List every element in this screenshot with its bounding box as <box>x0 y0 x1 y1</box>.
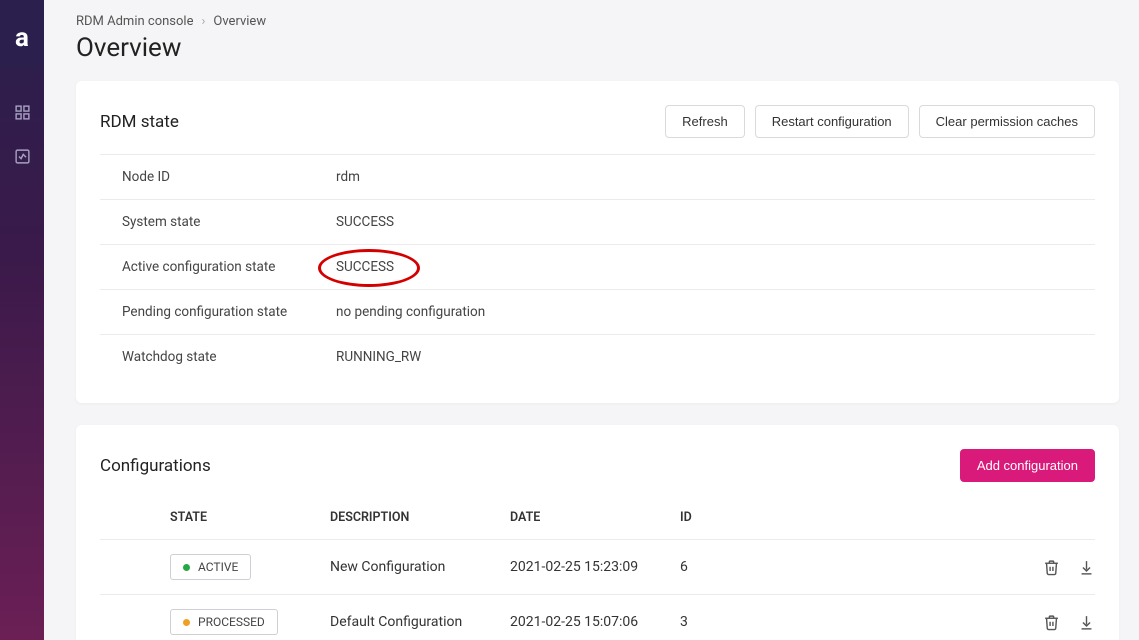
activity-icon <box>14 148 31 165</box>
state-card: RDM state Refresh Restart configuration … <box>76 81 1119 403</box>
state-label: Pending configuration state <box>122 304 336 320</box>
state-value: RUNNING_RW <box>336 349 421 365</box>
col-header-description: DESCRIPTION <box>330 510 510 525</box>
status-text: ACTIVE <box>198 560 238 574</box>
download-button[interactable] <box>1078 559 1095 576</box>
col-header-state: STATE <box>170 510 330 525</box>
breadcrumb-root[interactable]: RDM Admin console <box>76 14 193 29</box>
cell-description: Default Configuration <box>330 614 510 630</box>
state-card-title: RDM state <box>100 112 179 132</box>
col-header-id: ID <box>680 510 1015 525</box>
state-value: SUCCESS <box>336 259 394 275</box>
state-label: Watchdog state <box>122 349 336 365</box>
config-card-title: Configurations <box>100 456 211 476</box>
breadcrumb-current: Overview <box>213 14 266 29</box>
config-table-header: STATE DESCRIPTION DATE ID <box>100 498 1095 539</box>
state-value: SUCCESS <box>336 214 394 230</box>
state-row: Pending configuration state no pending c… <box>100 289 1095 334</box>
delete-button[interactable] <box>1043 559 1060 576</box>
col-header-date: DATE <box>510 510 680 525</box>
status-dot-icon <box>183 564 190 571</box>
state-row: System state SUCCESS <box>100 199 1095 244</box>
status-badge: ACTIVE <box>170 554 251 580</box>
configurations-card: Configurations Add configuration STATE D… <box>76 425 1119 640</box>
status-dot-icon <box>183 619 190 626</box>
state-label: Node ID <box>122 169 336 185</box>
app-logo[interactable]: a <box>0 10 44 66</box>
add-configuration-button[interactable]: Add configuration <box>960 449 1095 482</box>
download-icon <box>1078 614 1095 631</box>
download-button[interactable] <box>1078 614 1095 631</box>
clear-cache-button[interactable]: Clear permission caches <box>919 105 1095 138</box>
state-value: rdm <box>336 169 360 185</box>
status-text: PROCESSED <box>198 615 265 629</box>
state-value: no pending configuration <box>336 304 485 320</box>
cell-id: 3 <box>680 614 1015 630</box>
state-table: Node ID rdm System state SUCCESS Active … <box>100 154 1095 379</box>
state-row: Watchdog state RUNNING_RW <box>100 334 1095 379</box>
delete-button[interactable] <box>1043 614 1060 631</box>
page-title: Overview <box>76 33 1119 63</box>
config-table: STATE DESCRIPTION DATE ID ACTIVE New Con… <box>100 498 1095 640</box>
state-label: Active configuration state <box>122 259 336 275</box>
sidebar: a <box>0 0 44 640</box>
chevron-right-icon: › <box>201 14 205 29</box>
state-label: System state <box>122 214 336 230</box>
cell-date: 2021-02-25 15:07:06 <box>510 614 680 630</box>
table-row: ACTIVE New Configuration 2021-02-25 15:2… <box>100 539 1095 594</box>
cell-description: New Configuration <box>330 559 510 575</box>
sidebar-item-activity[interactable] <box>0 134 44 178</box>
table-row: PROCESSED Default Configuration 2021-02-… <box>100 594 1095 640</box>
trash-icon <box>1043 614 1060 631</box>
logo-letter: a <box>15 23 29 53</box>
main-content: RDM Admin console › Overview Overview RD… <box>44 0 1139 640</box>
cell-date: 2021-02-25 15:23:09 <box>510 559 680 575</box>
state-row: Node ID rdm <box>100 154 1095 199</box>
status-badge: PROCESSED <box>170 609 278 635</box>
cell-id: 6 <box>680 559 1015 575</box>
grid-icon <box>14 104 31 121</box>
refresh-button[interactable]: Refresh <box>665 105 745 138</box>
sidebar-item-dashboard[interactable] <box>0 90 44 134</box>
trash-icon <box>1043 559 1060 576</box>
breadcrumb: RDM Admin console › Overview <box>76 14 1119 29</box>
download-icon <box>1078 559 1095 576</box>
state-value-text: SUCCESS <box>336 259 394 275</box>
restart-config-button[interactable]: Restart configuration <box>755 105 909 138</box>
state-row: Active configuration state SUCCESS <box>100 244 1095 289</box>
